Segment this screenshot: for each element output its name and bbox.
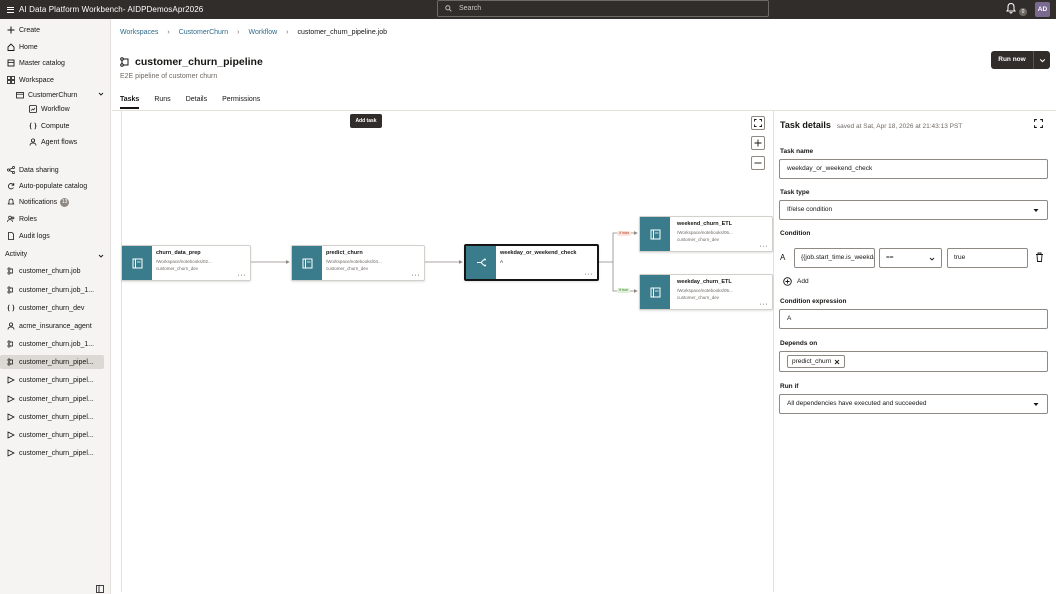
run-if-value: All dependencies have executed and succe… [787, 400, 927, 407]
more-options-icon[interactable]: ··· [760, 243, 769, 250]
task-node-path: /Workspace/notebooks/04... [326, 259, 382, 264]
notebook-icon [640, 275, 670, 309]
more-options-icon[interactable]: ··· [238, 272, 247, 279]
task-node-compute: customer_churn_dev [156, 266, 199, 271]
edge-label-false: If false [617, 231, 632, 236]
add-condition-label: Add [797, 278, 809, 285]
depends-on-chip: predict_churn [787, 355, 846, 368]
task-node-compute: customer_churn_dev [677, 237, 720, 242]
task-node-weekday-churn-etl[interactable]: weekday_churn_ETL /Workspace/notebooks/0… [639, 274, 773, 310]
condition-left-input[interactable]: {{job.start_time.is_weekday}} [794, 248, 875, 268]
task-node-title: churn_data_prep [156, 250, 201, 256]
chevron-down-icon [929, 257, 935, 261]
notebook-icon [122, 246, 152, 280]
task-node-condition: A [500, 259, 504, 264]
notebook-icon [292, 246, 322, 280]
condition-expression-input[interactable]: A [779, 309, 1048, 329]
task-name-label: Task name [780, 148, 814, 155]
edge-label-true: If true [617, 288, 630, 293]
task-type-value: If/else condition [787, 206, 833, 213]
task-node-weekday-or-weekend-check[interactable]: weekday_or_weekend_check A ··· [464, 244, 599, 281]
more-options-icon[interactable]: ··· [412, 272, 421, 279]
task-node-path: /Workspace/notebooks/05... [677, 288, 733, 293]
condition-right-input[interactable]: true [947, 248, 1028, 268]
task-node-predict-churn[interactable]: predict_churn /Workspace/notebooks/04...… [291, 245, 425, 281]
add-condition-button[interactable]: Add [783, 277, 809, 286]
task-node-path: /Workspace/notebooks/06... [677, 230, 733, 235]
depends-on-chip-label: predict_churn [792, 358, 832, 365]
run-if-select[interactable]: All dependencies have executed and succe… [779, 394, 1048, 414]
task-name-input[interactable]: weekday_or_weekend_check [779, 159, 1048, 179]
more-options-icon[interactable]: ··· [585, 271, 594, 278]
more-options-icon[interactable]: ··· [760, 301, 769, 308]
task-node-churn-data-prep[interactable]: churn_data_prep /Workspace/notebooks/02.… [121, 245, 251, 281]
close-icon[interactable] [834, 359, 840, 365]
depends-on-label: Depends on [780, 340, 818, 347]
task-node-title: weekday_or_weekend_check [500, 250, 577, 256]
task-node-compute: customer_churn_dev [326, 266, 369, 271]
caret-down-icon [1033, 403, 1039, 406]
task-node-title: weekend_churn_ETL [677, 221, 733, 227]
condition-expression-label: Condition expression [780, 298, 847, 305]
task-type-label: Task type [780, 189, 810, 196]
task-node-title: predict_churn [326, 250, 363, 256]
task-node-weekend-churn-etl[interactable]: weekend_churn_ETL /Workspace/notebooks/0… [639, 216, 773, 252]
notebook-icon [640, 217, 670, 251]
trash-icon[interactable] [1035, 252, 1044, 262]
condition-icon [466, 246, 496, 279]
condition-letter: A [780, 253, 786, 262]
plus-circle-icon [783, 277, 792, 286]
condition-operator-value: == [886, 254, 894, 261]
saved-timestamp: saved at Sat, Apr 18, 2026 at 21:43:13 P… [836, 123, 963, 130]
task-node-compute: customer_churn_dev [677, 295, 720, 300]
condition-label: Condition [780, 230, 811, 237]
task-details-header: Task details saved at Sat, Apr 18, 2026 … [780, 120, 962, 130]
expand-icon[interactable] [1034, 119, 1043, 128]
task-node-path: /Workspace/notebooks/02... [156, 259, 212, 264]
task-details-title: Task details [780, 120, 831, 130]
condition-operator-select[interactable]: == [879, 248, 942, 268]
caret-down-icon [1033, 209, 1039, 212]
task-node-title: weekday_churn_ETL [677, 279, 732, 285]
task-type-select[interactable]: If/else condition [779, 200, 1048, 220]
run-if-label: Run if [780, 383, 799, 390]
